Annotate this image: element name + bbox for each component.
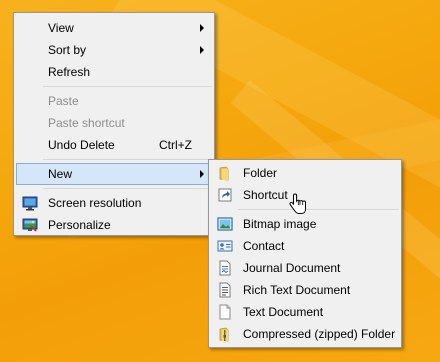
shortcut-icon <box>217 187 233 203</box>
menu-item-label: Personalize <box>48 218 111 232</box>
submenu-item-contact[interactable]: Contact <box>211 235 399 257</box>
menu-item-new[interactable]: New <box>16 163 212 185</box>
personalize-icon <box>22 217 38 233</box>
zipped-folder-icon <box>217 326 233 342</box>
menu-item-personalize[interactable]: Personalize <box>16 214 212 236</box>
submenu-item-label: Shortcut <box>243 188 288 202</box>
submenu-item-label: Bitmap image <box>243 217 317 231</box>
menu-item-view[interactable]: View <box>16 17 212 39</box>
folder-icon <box>217 165 233 181</box>
submenu-item-text-document[interactable]: Text Document <box>211 301 399 323</box>
submenu-item-rich-text-document[interactable]: Rich Text Document <box>211 279 399 301</box>
menu-separator <box>43 188 212 189</box>
journal-document-icon <box>217 260 233 276</box>
submenu-item-folder[interactable]: Folder <box>211 162 399 184</box>
rich-text-document-icon <box>217 282 233 298</box>
submenu-item-label: Folder <box>243 166 278 180</box>
submenu-arrow-icon <box>200 46 204 54</box>
new-submenu: Folder Shortcut Bitmap image Contact Jou… <box>208 159 402 348</box>
menu-item-label: New <box>48 167 73 181</box>
menu-item-undo-delete[interactable]: Undo Delete Ctrl+Z <box>16 134 212 156</box>
menu-separator <box>43 159 212 160</box>
menu-item-label: Sort by <box>48 43 87 57</box>
submenu-item-label: Text Document <box>243 305 324 319</box>
submenu-item-label: Contact <box>243 239 285 253</box>
submenu-arrow-icon <box>200 24 204 32</box>
text-document-icon <box>217 304 233 320</box>
submenu-item-bitmap-image[interactable]: Bitmap image <box>211 213 399 235</box>
contact-card-icon <box>217 238 233 254</box>
menu-item-sort-by[interactable]: Sort by <box>16 39 212 61</box>
submenu-item-journal-document[interactable]: Journal Document <box>211 257 399 279</box>
menu-item-screen-resolution[interactable]: Screen resolution <box>16 192 212 214</box>
submenu-item-compressed-folder[interactable]: Compressed (zipped) Folder <box>211 323 399 345</box>
submenu-item-label: Rich Text Document <box>243 283 351 297</box>
menu-separator <box>43 86 212 87</box>
menu-item-refresh[interactable]: Refresh <box>16 61 212 83</box>
submenu-item-label: Journal Document <box>243 261 341 275</box>
menu-item-label: Screen resolution <box>48 196 142 210</box>
bitmap-image-icon <box>217 216 233 232</box>
menu-item-paste-shortcut[interactable]: Paste shortcut <box>16 112 212 134</box>
menu-item-label: Paste shortcut <box>48 116 125 130</box>
hand-cursor-icon <box>289 193 307 215</box>
submenu-arrow-icon <box>200 170 204 178</box>
menu-item-label: View <box>48 21 74 35</box>
menu-item-label: Undo Delete <box>48 138 115 152</box>
menu-separator <box>238 209 399 210</box>
menu-item-label: Refresh <box>48 65 91 79</box>
menu-item-paste[interactable]: Paste <box>16 90 212 112</box>
submenu-item-label: Compressed (zipped) Folder <box>243 327 396 341</box>
menu-item-shortcut: Ctrl+Z <box>159 138 192 152</box>
menu-item-label: Paste <box>48 94 79 108</box>
screen-resolution-icon <box>22 195 38 211</box>
desktop-context-menu: View Sort by Refresh Paste Paste shortcu… <box>13 12 215 236</box>
